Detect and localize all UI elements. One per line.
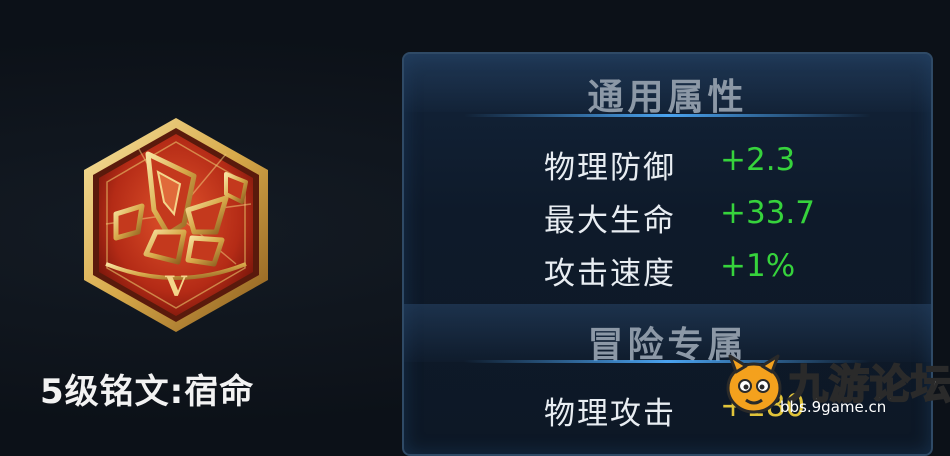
general-attributes-title: 通用属性 [587,77,748,118]
attr-name: 攻击速度 [544,256,676,292]
rune-tier-numeral: V [165,270,187,303]
mascot-logo-icon [726,354,782,414]
attr-name: 物理防御 [544,150,676,186]
rune-emblem[interactable]: V [76,114,276,336]
watermark-url: bbs.9game.cn [780,398,887,416]
watermark: 九游论坛 bbs.9game.cn [722,350,950,420]
attr-value: +33.7 [720,195,815,231]
attr-name: 物理攻击 [544,396,676,432]
attr-value: +1% [720,248,796,284]
attr-name: 最大生命 [544,203,676,239]
general-title-divider [464,114,871,117]
rune-name-label: 5级铭文:宿命 [40,372,255,412]
attr-value: +2.3 [720,142,796,178]
